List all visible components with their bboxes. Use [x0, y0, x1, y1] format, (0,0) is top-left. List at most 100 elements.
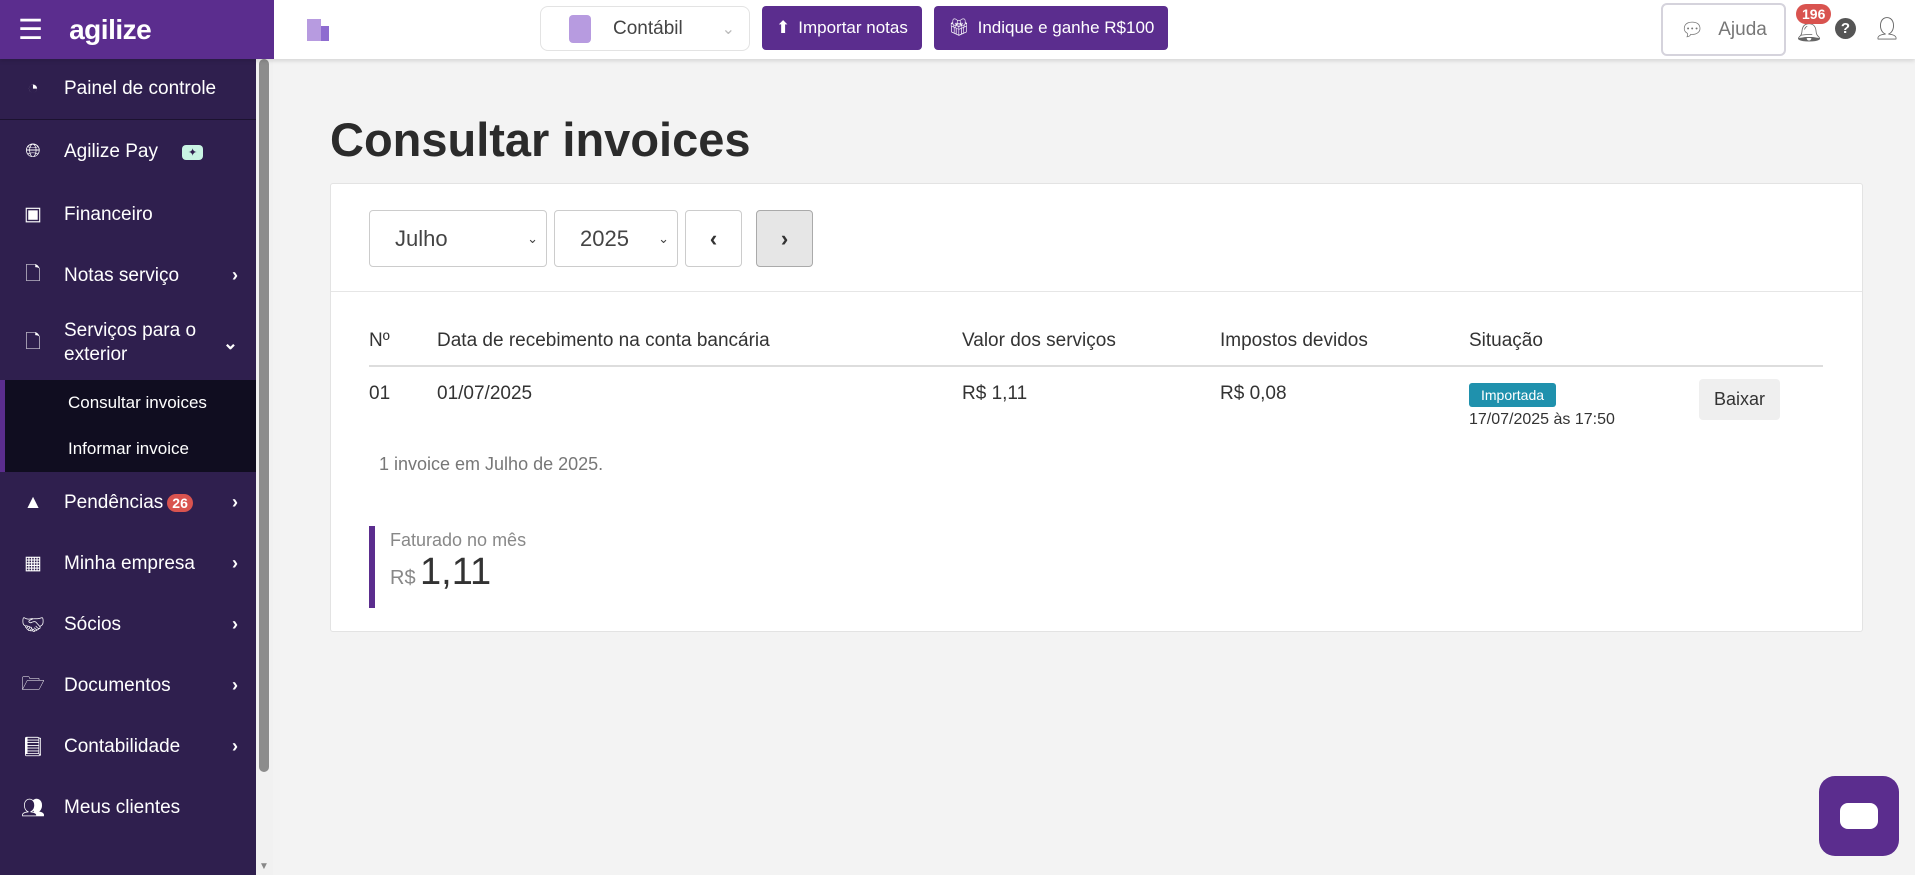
- status-date: 17/07/2025 às 17:50: [1469, 411, 1615, 428]
- chat-icon: 💬︎: [1680, 19, 1705, 41]
- col-status: Situação: [1469, 316, 1699, 367]
- sidebar-scrollbar[interactable]: ▼: [256, 59, 273, 875]
- col-date: Data de recebimento na conta bancária: [437, 316, 962, 367]
- col-taxes: Impostos devidos: [1220, 316, 1469, 367]
- label: Agilize Pay: [64, 141, 158, 162]
- label: Painel de controle: [64, 78, 217, 99]
- logo[interactable]: agilize: [69, 14, 152, 46]
- submenu: Consultar invoices Informar invoice: [0, 380, 256, 472]
- chevron-right-icon: ›: [232, 614, 238, 634]
- calculator-icon: [569, 14, 591, 43]
- chevron-left-icon: ‹: [709, 225, 718, 251]
- cell-number: 01: [369, 383, 391, 404]
- notifications-badge: 196: [1796, 4, 1832, 24]
- sidebar-item-financeiro[interactable]: ▣ Financeiro: [0, 184, 256, 245]
- chevron-down-icon: ⌄: [527, 230, 538, 246]
- billed-value: 1,11: [420, 551, 492, 593]
- month-select[interactable]: Julho ⌄: [369, 210, 547, 267]
- sidebar-item-contabilidade[interactable]: 📘︎ Contabilidade ›: [0, 716, 256, 777]
- dashboard-icon: ◔: [27, 78, 39, 99]
- filters: Julho ⌄ 2025 ⌄ ‹ ›: [331, 184, 1862, 292]
- chevron-down-icon: ⌄: [721, 20, 735, 38]
- file-icon: 🗋: [25, 332, 41, 353]
- sidebar-item-meus-clientes[interactable]: 👥︎ Meus clientes: [0, 777, 256, 838]
- col-value: Valor dos serviços: [962, 316, 1220, 367]
- invoices-table: Nº Data de recebimento na conta bancária…: [369, 316, 1823, 429]
- sidebar-subitem-informar[interactable]: Informar invoice: [5, 426, 256, 472]
- scroll-thumb[interactable]: [259, 59, 269, 772]
- money-icon: ▣: [24, 204, 42, 225]
- label: Contabilidade: [64, 735, 181, 757]
- label: Sócios: [64, 613, 122, 635]
- user-icon[interactable]: 👤︎: [1873, 16, 1901, 42]
- sidebar-item-documentos[interactable]: 🗁 Documentos ›: [0, 655, 256, 716]
- page-title: Consultar invoices: [330, 113, 751, 166]
- menu-icon[interactable]: ☰: [18, 13, 43, 46]
- download-button[interactable]: Baixar: [1699, 379, 1781, 420]
- scroll-down-icon[interactable]: ▼: [259, 861, 269, 872]
- refer-label: Indique e ganhe R$100: [977, 18, 1155, 37]
- warning-icon: ▲: [23, 491, 43, 513]
- chat-icon: [1840, 803, 1878, 829]
- previous-month-button[interactable]: ‹: [685, 210, 742, 267]
- next-month-button[interactable]: ›: [756, 210, 813, 267]
- label: Minha empresa: [64, 552, 195, 574]
- sidebar-subitem-consultar[interactable]: Consultar invoices: [5, 380, 256, 426]
- upload-icon: ⬆: [776, 18, 791, 37]
- table-row: 01 01/07/2025 R$ 1,11 R$ 0,08 Importada 1…: [369, 366, 1823, 429]
- chevron-right-icon: ›: [780, 225, 789, 251]
- chat-widget-button[interactable]: [1819, 776, 1899, 856]
- company-select[interactable]: Contábil ⌄: [540, 6, 750, 51]
- users-icon: 👥︎: [20, 797, 46, 819]
- refer-button[interactable]: 🎁︎ Indique e ganhe R$100: [934, 6, 1169, 50]
- building-icon[interactable]: [305, 16, 331, 42]
- cell-date: 01/07/2025: [437, 383, 533, 404]
- billed-currency: R$: [390, 567, 416, 589]
- label: Serviços para o exterior: [64, 320, 197, 365]
- help-chat-button[interactable]: 💬︎ Ajuda: [1661, 3, 1786, 56]
- import-notes-button[interactable]: ⬆ Importar notas: [762, 6, 922, 50]
- chevron-down-icon: ⌄: [658, 230, 669, 246]
- cell-value: R$ 1,11: [962, 383, 1028, 404]
- chevron-right-icon: ›: [232, 265, 238, 285]
- cell-taxes: R$ 0,08: [1220, 383, 1287, 404]
- chevron-right-icon: ›: [232, 736, 238, 756]
- label: Financeiro: [64, 203, 153, 225]
- handshake-icon: 🤝︎: [20, 614, 46, 636]
- chevron-down-icon: ⌄: [222, 333, 238, 353]
- col-number: Nº: [369, 316, 437, 367]
- chevron-right-icon: ›: [232, 675, 238, 695]
- sidebar-item-socios[interactable]: 🤝︎ Sócios ›: [0, 594, 256, 655]
- label: Pendências: [64, 491, 164, 513]
- status-badge: Importada: [1469, 383, 1557, 407]
- top-bar: ☰ agilize Contábil ⌄ ⬆ Importar notas 🎁︎ In…: [0, 0, 1915, 59]
- globe-dollar-icon: 🌐︎: [25, 141, 41, 162]
- year-value: 2025: [580, 225, 629, 251]
- gift-icon: 🎁︎: [948, 18, 970, 37]
- invoices-card: Julho ⌄ 2025 ⌄ ‹ › Nº Data de recebimento …: [330, 183, 1863, 632]
- brand-area: ☰ agilize: [0, 0, 274, 59]
- sidebar-item-servicos-exterior[interactable]: 🗋 Serviços para o exterior ⌄: [0, 306, 256, 380]
- sidebar-item-minha-empresa[interactable]: ▦ Minha empresa ›: [0, 533, 256, 594]
- year-select[interactable]: 2025 ⌄: [554, 210, 678, 267]
- label: Meus clientes: [64, 796, 181, 818]
- sidebar-item-agilize-pay[interactable]: 🌐︎ Agilize Pay ✦: [0, 120, 256, 184]
- help-label: Ajuda: [1718, 18, 1767, 40]
- invoice-count: 1 invoice em Julho de 2025.: [379, 454, 604, 474]
- chevron-right-icon: ›: [232, 553, 238, 573]
- table-header: Nº Data de recebimento na conta bancária…: [369, 316, 1823, 367]
- import-label: Importar notas: [798, 18, 908, 37]
- sidebar-item-pendencias[interactable]: ▲ Pendências 26 ›: [0, 472, 256, 533]
- company-select-value: Contábil: [613, 17, 683, 39]
- new-badge: ✦: [182, 144, 204, 160]
- month-value: Julho: [395, 225, 448, 251]
- sidebar: ◔ Painel de controle 🌐︎ Agilize Pay ✦ ▣ Fina…: [0, 59, 256, 875]
- label: Notas serviço: [64, 264, 180, 286]
- question-icon[interactable]: ?: [1835, 18, 1856, 39]
- sidebar-item-painel[interactable]: ◔ Painel de controle: [0, 59, 256, 120]
- folder-icon: 🗁: [21, 673, 45, 695]
- sidebar-item-notas-servico[interactable]: 🗋 Notas serviço ›: [0, 245, 256, 306]
- billed-summary: Faturado no mês R$ 1,11: [369, 526, 526, 608]
- billed-label: Faturado no mês: [390, 530, 527, 550]
- pending-badge: 26: [167, 493, 193, 512]
